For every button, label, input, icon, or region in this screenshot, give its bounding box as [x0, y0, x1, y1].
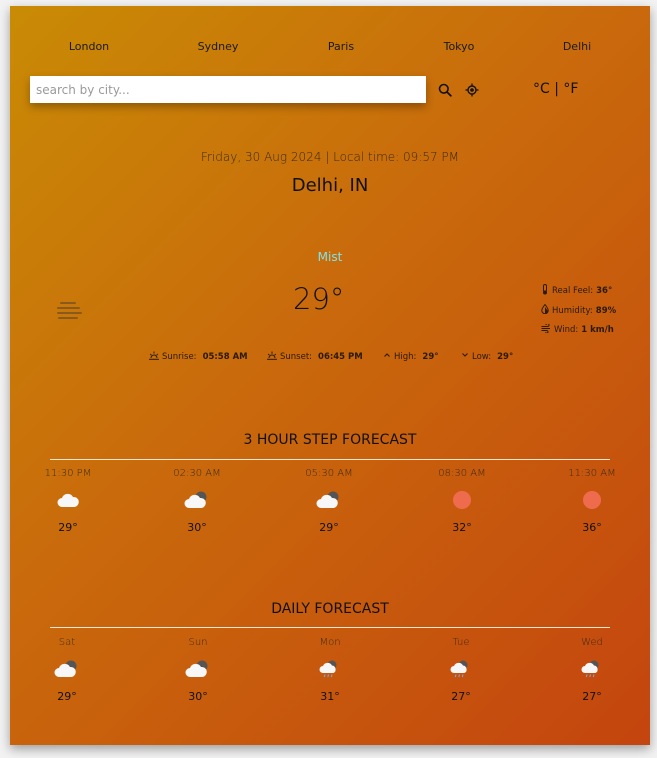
hourly-forecast-item: 02:30 AM 30°	[157, 468, 237, 534]
real-feel-value: 36°	[596, 286, 613, 296]
city-link-tokyo[interactable]: Tokyo	[444, 40, 475, 53]
city-link-sydney[interactable]: Sydney	[198, 40, 239, 53]
droplet-icon	[541, 303, 549, 317]
forecast-day: Mon	[319, 637, 341, 648]
forecast-temp: 32°	[452, 521, 472, 534]
forecast-time: 11:30 PM	[44, 468, 92, 479]
hourly-forecast-item: 11:30 PM 29°	[28, 468, 108, 534]
forecast-day: Sun	[188, 637, 208, 648]
local-datetime: Friday, 30 Aug 2024 | Local time: 09:57 …	[201, 150, 459, 164]
unit-toggle: °C | °F	[533, 81, 578, 97]
humidity: Humidity: 89%	[541, 303, 617, 317]
forecast-temp: 31°	[320, 690, 340, 703]
search-icon[interactable]	[438, 82, 452, 101]
daily-forecast-item: Sun 30°	[158, 637, 238, 703]
forecast-day: Wed	[581, 637, 603, 648]
forecast-temp: 29°	[319, 521, 339, 534]
hourly-forecast-item: 11:30 AM 36°	[552, 468, 632, 534]
forecast-temp: 36°	[582, 521, 602, 534]
forecast-day: Tue	[452, 637, 470, 648]
sunset-label: Sunset:	[280, 352, 313, 362]
daily-forecast-item: Wed 27°	[552, 637, 632, 703]
hourly-divider	[50, 459, 610, 460]
sunrise-label: Sunrise:	[162, 352, 197, 362]
location-icon[interactable]	[465, 82, 479, 101]
high-value: 29°	[422, 351, 439, 362]
forecast-temp: 29°	[57, 690, 77, 703]
sunset-value: 06:45 PM	[318, 352, 363, 362]
sunrise-value: 05:58 AM	[202, 352, 248, 362]
city-link-london[interactable]: London	[69, 40, 109, 53]
forecast-temp: 30°	[187, 521, 207, 534]
high-label: High:	[394, 351, 417, 362]
partly-cloudy-night-icon	[157, 487, 237, 513]
forecast-time: 08:30 AM	[438, 468, 486, 479]
forecast-temp: 30°	[188, 690, 208, 703]
daily-forecast-list: Sat 29° Sun 30° Mon 31° Tue 27° Wed 27°	[10, 637, 650, 727]
weather-condition: Mist	[317, 250, 343, 264]
sunset: Sunset: 06:45 PM	[267, 351, 363, 363]
forecast-temp: 29°	[58, 521, 78, 534]
current-temperature: 29°	[293, 282, 345, 316]
thermometer-icon	[541, 284, 549, 298]
humidity-label: Humidity:	[552, 305, 593, 316]
forecast-temp: 27°	[582, 690, 602, 703]
forecast-time: 05:30 AM	[305, 468, 353, 479]
daily-forecast-item: Tue 27°	[421, 637, 501, 703]
real-feel: Real Feel: 36°	[541, 284, 612, 298]
sun-icon	[422, 487, 502, 513]
low-temp: Low: 29°	[461, 351, 513, 362]
weather-card: London Sydney Paris Tokyo Delhi °C | °F …	[10, 6, 650, 745]
daily-forecast-item: Mon 31°	[290, 637, 370, 703]
rain-cloud-icon	[421, 656, 501, 682]
sun-icon	[552, 487, 632, 513]
forecast-temp: 27°	[451, 690, 471, 703]
arrow-down-icon	[461, 351, 469, 362]
daily-forecast-title: DAILY FORECAST	[271, 601, 389, 617]
arrow-up-icon	[383, 351, 391, 362]
wind-label: Wind:	[554, 325, 579, 335]
real-feel-label: Real Feel:	[552, 286, 594, 296]
search-input[interactable]	[30, 76, 426, 103]
low-label: Low:	[472, 351, 492, 362]
forecast-time: 11:30 AM	[568, 468, 616, 479]
partly-cloudy-night-icon	[289, 487, 369, 513]
hourly-forecast-title: 3 HOUR STEP FORECAST	[243, 432, 417, 448]
location-title: Delhi, IN	[291, 175, 369, 196]
low-value: 29°	[497, 351, 514, 362]
sunrise-icon	[149, 351, 159, 363]
wind-icon	[541, 323, 551, 336]
fahrenheit-button[interactable]: °F	[563, 81, 578, 97]
cloud-icon	[28, 487, 108, 513]
city-link-delhi[interactable]: Delhi	[563, 40, 591, 53]
rain-cloud-icon	[290, 656, 370, 682]
wind: Wind: 1 km/h	[541, 323, 614, 336]
hourly-forecast-item: 08:30 AM 32°	[422, 468, 502, 534]
forecast-time: 02:30 AM	[173, 468, 221, 479]
rain-cloud-icon	[552, 656, 632, 682]
unit-separator: |	[549, 81, 564, 97]
forecast-day: Sat	[58, 637, 76, 648]
celsius-button[interactable]: °C	[533, 81, 550, 97]
mist-icon	[55, 300, 83, 326]
partly-cloudy-night-icon	[27, 656, 107, 682]
city-link-paris[interactable]: Paris	[328, 40, 354, 53]
humidity-value: 89%	[595, 305, 617, 316]
wind-value: 1 km/h	[581, 325, 614, 335]
daily-forecast-item: Sat 29°	[27, 637, 107, 703]
high-temp: High: 29°	[383, 351, 439, 362]
sunset-icon	[267, 351, 277, 363]
partly-cloudy-night-icon	[158, 656, 238, 682]
hourly-forecast-item: 05:30 AM 29°	[289, 468, 369, 534]
sunrise: Sunrise: 05:58 AM	[149, 351, 248, 363]
hourly-forecast-list: 11:30 PM 29° 02:30 AM 30° 05:30 AM 29° 0…	[10, 468, 650, 558]
daily-divider	[50, 627, 610, 628]
